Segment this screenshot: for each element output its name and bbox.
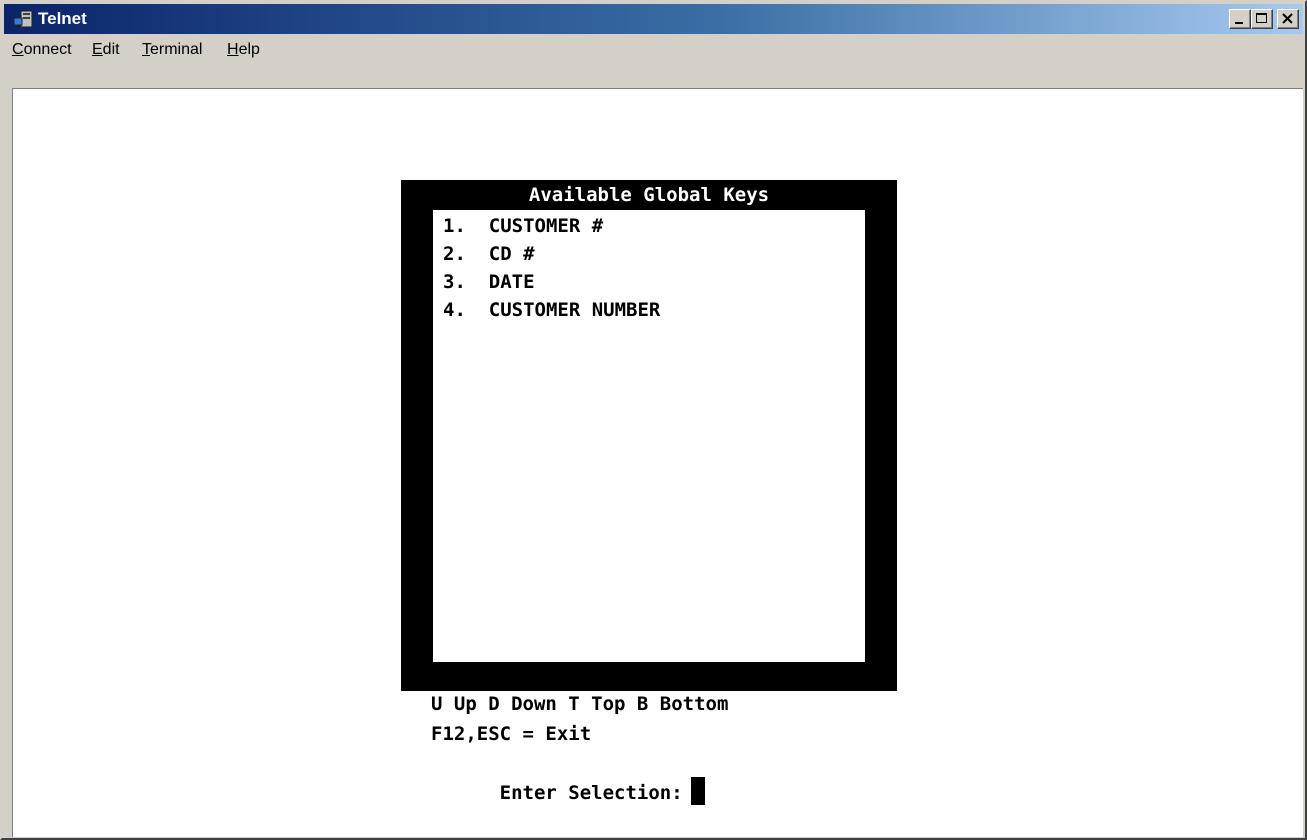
list-item[interactable]: 3. DATE	[443, 270, 535, 294]
list-item[interactable]: 2. CD #	[443, 242, 535, 266]
menu-edit[interactable]: Edit	[92, 40, 120, 60]
selection-prompt[interactable]: Enter Selection:	[431, 753, 705, 829]
minimize-icon	[1235, 22, 1243, 24]
maximize-icon	[1256, 13, 1267, 23]
exit-hint: F12,ESC = Exit	[431, 723, 592, 745]
telnet-icon	[13, 10, 33, 28]
menu-help[interactable]: Help	[227, 40, 260, 60]
close-icon	[1282, 13, 1293, 24]
dialog-title: Available Global Keys	[528, 184, 770, 206]
menu-help-accelerator: H	[227, 41, 239, 58]
terminal-screen[interactable]: Available Global Keys 1. CUSTOMER # 2. C…	[12, 88, 1303, 837]
prompt-label: Enter Selection:	[499, 782, 683, 804]
telnet-window: Telnet Connect Edit Terminal Help Availa…	[0, 0, 1307, 840]
menu-edit-accelerator: E	[92, 41, 103, 58]
title-bar[interactable]: Telnet	[4, 4, 1303, 34]
close-button[interactable]	[1277, 9, 1299, 29]
list-item[interactable]: 1. CUSTOMER #	[443, 214, 603, 238]
menu-edit-rest: dit	[102, 41, 120, 58]
menu-bar: Connect Edit Terminal Help	[4, 34, 1303, 64]
global-keys-dialog: Available Global Keys 1. CUSTOMER # 2. C…	[401, 180, 897, 691]
minimize-button[interactable]	[1229, 9, 1251, 29]
window-title: Telnet	[38, 9, 87, 28]
menu-connect-accelerator: C	[12, 41, 24, 58]
menu-connect[interactable]: Connect	[12, 40, 72, 60]
list-item[interactable]: 4. CUSTOMER NUMBER	[443, 298, 660, 322]
menu-help-rest: elp	[238, 41, 260, 58]
menu-terminal-accelerator: T	[142, 41, 150, 58]
menu-connect-rest: onnect	[23, 41, 72, 58]
global-keys-list: 1. CUSTOMER # 2. CD # 3. DATE 4. CUSTOME…	[433, 210, 865, 662]
navigation-hint: U Up D Down T Top B Bottom	[431, 693, 729, 715]
maximize-button[interactable]	[1251, 9, 1273, 29]
text-cursor	[690, 777, 705, 805]
menu-terminal[interactable]: Terminal	[142, 40, 202, 60]
menu-terminal-rest: erminal	[150, 41, 203, 58]
